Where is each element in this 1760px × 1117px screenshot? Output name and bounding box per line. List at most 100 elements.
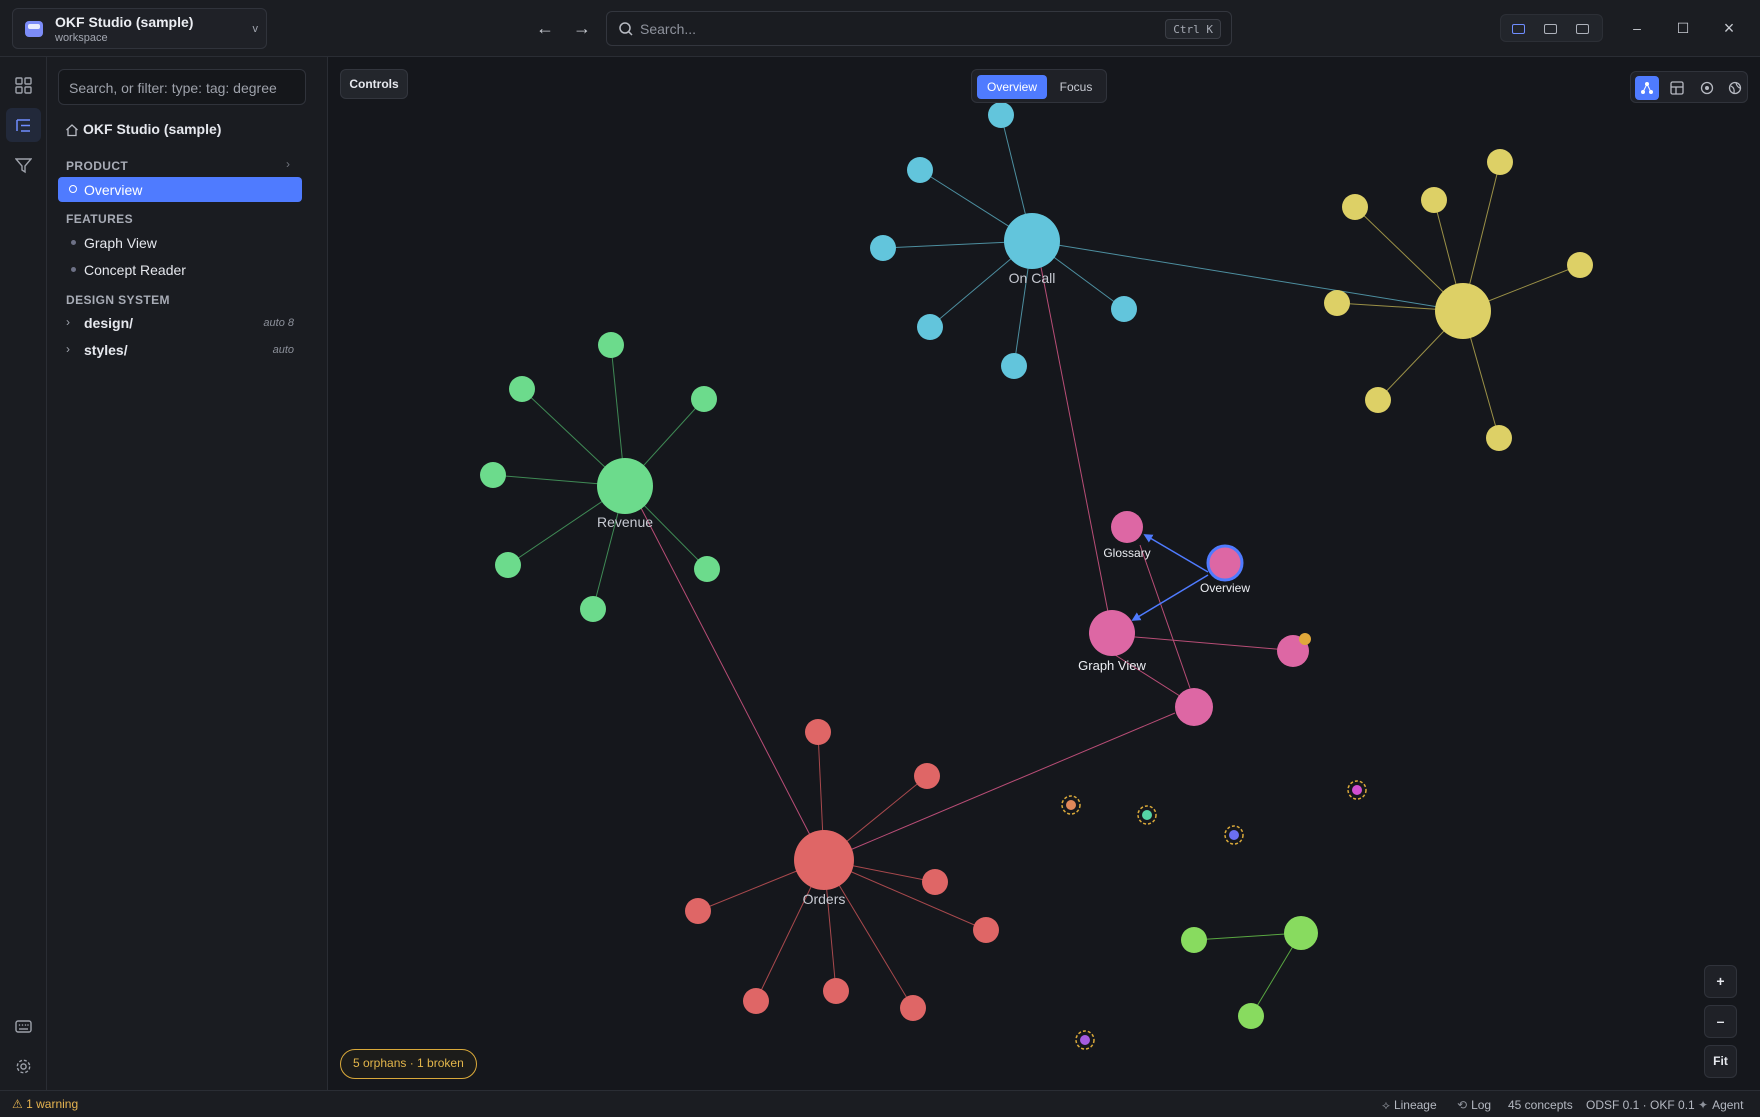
layout-split-button[interactable] xyxy=(1539,20,1561,38)
folder-design[interactable]: › design/ auto 8 xyxy=(58,311,302,335)
graph-node-graph-view[interactable] xyxy=(1089,610,1135,656)
graph-node[interactable] xyxy=(922,869,948,895)
sidebar-item-concept-reader[interactable]: Concept Reader xyxy=(58,257,302,282)
orphan-node[interactable] xyxy=(1229,830,1239,840)
graph-node[interactable] xyxy=(1175,688,1213,726)
graph-node[interactable] xyxy=(823,978,849,1004)
log-button[interactable]: ⟲ Log xyxy=(1457,1098,1491,1112)
orphan-node[interactable] xyxy=(1066,800,1076,810)
node-label-revenue: Revenue xyxy=(597,514,653,530)
graph-node-hub-yellow[interactable] xyxy=(1435,283,1491,339)
settings-button[interactable] xyxy=(6,1049,41,1083)
graph-node[interactable] xyxy=(1365,387,1391,413)
layout-left-panel-button[interactable] xyxy=(1507,20,1529,38)
graph-layout-button[interactable] xyxy=(1635,76,1659,100)
orphan-node[interactable] xyxy=(1080,1035,1090,1045)
sidebar-filter-input[interactable]: Search, or filter: type: tag: degree xyxy=(58,69,306,105)
graph-node-glossary[interactable] xyxy=(1111,511,1143,543)
graph-node[interactable] xyxy=(900,995,926,1021)
dashboard-button[interactable] xyxy=(6,68,41,102)
concept-count: 45 concepts xyxy=(1508,1098,1573,1112)
filter-button[interactable] xyxy=(6,148,41,182)
folder-meta: auto 8 xyxy=(263,317,294,329)
zoom-out-button[interactable]: – xyxy=(1704,1005,1737,1038)
graph-node[interactable] xyxy=(1284,916,1318,950)
table-icon xyxy=(1670,81,1684,95)
orphan-node[interactable] xyxy=(1352,785,1362,795)
graph-node[interactable] xyxy=(988,102,1014,128)
fit-button[interactable]: Fit xyxy=(1704,1045,1737,1078)
workspace-switcher[interactable]: OKF Studio (sample) workspace v xyxy=(12,8,267,49)
sidebar-item-graph-view[interactable]: Graph View xyxy=(58,230,302,255)
back-button[interactable]: ← xyxy=(532,16,558,40)
tab-overview[interactable]: Overview xyxy=(977,75,1047,99)
tree-view-button[interactable] xyxy=(6,108,41,142)
graph-node[interactable] xyxy=(973,917,999,943)
folder-styles[interactable]: › styles/ auto xyxy=(58,338,302,362)
graph-node[interactable] xyxy=(914,763,940,789)
layout-right-panel-button[interactable] xyxy=(1571,20,1593,38)
graph-node[interactable] xyxy=(495,552,521,578)
orphans-badge[interactable]: 5 orphans · 1 broken xyxy=(340,1049,477,1079)
graph-node[interactable] xyxy=(1324,290,1350,316)
controls-button[interactable]: Controls xyxy=(340,69,408,99)
cluster-yellow xyxy=(1324,149,1593,451)
radial-layout-button[interactable] xyxy=(1695,76,1719,100)
globe-layout-button[interactable] xyxy=(1723,76,1747,100)
graph-node[interactable] xyxy=(1001,353,1027,379)
graph-node[interactable] xyxy=(907,157,933,183)
graph-node[interactable] xyxy=(1567,252,1593,278)
graph-node-on-call[interactable] xyxy=(1004,213,1060,269)
graph-node-orders[interactable] xyxy=(794,830,854,890)
graph-node-overview-selected[interactable] xyxy=(1206,544,1244,582)
warning-indicator[interactable]: ⚠ 1 warning xyxy=(12,1097,78,1111)
graph-node[interactable] xyxy=(1111,296,1137,322)
globe-icon xyxy=(1728,81,1742,95)
lineage-button[interactable]: ⟡ Lineage xyxy=(1382,1098,1437,1113)
graph-node[interactable] xyxy=(1421,187,1447,213)
explorer-sidebar: Search, or filter: type: tag: degree OKF… xyxy=(47,57,328,1090)
sidebar-item-overview[interactable]: Overview xyxy=(58,177,302,202)
table-layout-button[interactable] xyxy=(1665,76,1689,100)
graph-node[interactable] xyxy=(1342,194,1368,220)
sidebar-item-label: Concept Reader xyxy=(84,262,186,278)
graph-node[interactable] xyxy=(691,386,717,412)
graph-node[interactable] xyxy=(694,556,720,582)
graph-canvas[interactable]: On Call Revenue Orders Glossary Overview… xyxy=(328,57,1760,1090)
global-search-input[interactable]: Search... Ctrl K xyxy=(606,11,1232,46)
dot-icon xyxy=(69,185,77,193)
status-bar: ⚠ 1 warning ⟡ Lineage ⟲ Log 45 concepts OD… xyxy=(0,1090,1760,1117)
close-button[interactable]: × xyxy=(1718,16,1740,40)
home-icon xyxy=(66,124,78,137)
graph-node[interactable] xyxy=(1238,1003,1264,1029)
orphan-node[interactable] xyxy=(1142,810,1152,820)
graph-node[interactable] xyxy=(917,314,943,340)
graph-node[interactable] xyxy=(1181,927,1207,953)
graph-node[interactable] xyxy=(805,719,831,745)
section-header-product[interactable]: PRODUCT xyxy=(66,159,128,173)
graph-node[interactable] xyxy=(685,898,711,924)
graph-node[interactable] xyxy=(509,376,535,402)
maximize-button[interactable]: ☐ xyxy=(1672,16,1694,40)
section-header-features[interactable]: FEATURES xyxy=(66,212,133,226)
tab-focus[interactable]: Focus xyxy=(1050,75,1102,99)
agent-button[interactable]: ✦ Agent xyxy=(1698,1098,1743,1112)
graph-node[interactable] xyxy=(1486,425,1512,451)
graph-node-revenue[interactable] xyxy=(597,458,653,514)
graph-node[interactable] xyxy=(480,462,506,488)
graph-node[interactable] xyxy=(870,235,896,261)
zoom-in-button[interactable]: + xyxy=(1704,965,1737,998)
lineage-label: Lineage xyxy=(1393,1098,1437,1112)
graph-node[interactable] xyxy=(743,988,769,1014)
dot-icon xyxy=(71,240,76,245)
keyboard-shortcuts-button[interactable] xyxy=(6,1009,41,1043)
section-header-design-system[interactable]: DESIGN SYSTEM xyxy=(66,293,170,307)
forward-button[interactable]: → xyxy=(569,16,595,40)
format-versions: ODSF 0.1 · OKF 0.1 xyxy=(1586,1098,1695,1112)
graph-node[interactable] xyxy=(580,596,606,622)
chevron-down-icon: v xyxy=(252,23,259,35)
graph-node[interactable] xyxy=(598,332,624,358)
graph-node[interactable] xyxy=(1487,149,1513,175)
minimize-button[interactable]: – xyxy=(1626,16,1648,40)
knowledge-graph[interactable]: On Call Revenue Orders Glossary Overview… xyxy=(328,57,1760,1090)
